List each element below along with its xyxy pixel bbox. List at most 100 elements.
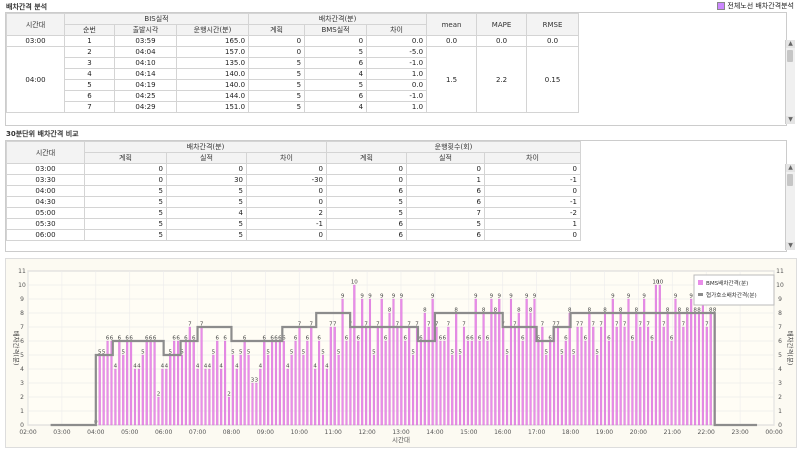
chart-bar <box>560 354 563 426</box>
cell-run: 165.0 <box>175 35 250 47</box>
x-tick-label: 23:00 <box>731 429 748 436</box>
chart-bar <box>564 340 567 426</box>
chart-bar <box>392 298 395 426</box>
chart-bar <box>650 340 654 426</box>
cell-rd: -1 <box>484 174 581 186</box>
table-row[interactable]: 04:00 5 5 0 6 6 0 <box>6 185 581 197</box>
cell-diff: 0.0 <box>366 79 428 91</box>
chart-bar <box>231 354 234 426</box>
scroll-thumb[interactable] <box>787 50 793 62</box>
chart-bar <box>177 340 180 426</box>
checkbox-box[interactable] <box>717 2 726 10</box>
table-row[interactable]: 05:30 5 5 -1 6 5 1 <box>6 218 581 230</box>
table-row[interactable]: 03:00 1 03:59 165.0 0 0 0.0 0.0 0.0 0.0 <box>6 35 580 47</box>
chart-bar <box>133 368 137 426</box>
y-tick-label-right: 4 <box>778 366 782 373</box>
scroll-up-icon[interactable]: ▲ <box>786 40 795 48</box>
y-tick-label-right: 7 <box>778 324 782 331</box>
scroll-down-icon[interactable]: ▼ <box>786 242 795 250</box>
table-row[interactable]: 04:30 5 5 0 5 6 -1 <box>6 196 581 208</box>
chart-bar <box>482 312 485 426</box>
col2-runs-diff: 차이 <box>484 152 581 164</box>
scroll-down-icon[interactable]: ▼ <box>786 116 795 124</box>
bar-value-label: 6 <box>650 336 654 342</box>
chart-bar <box>200 326 203 426</box>
chart-bar <box>690 298 693 426</box>
x-tick-label: 14:00 <box>426 429 443 436</box>
cell-bms: 4 <box>304 101 368 113</box>
cell-time: 03:00 <box>6 163 85 175</box>
cell-rmse: 0.15 <box>526 46 580 113</box>
bar-value-label: 7 <box>427 322 431 328</box>
scroll-up-icon[interactable]: ▲ <box>786 164 795 172</box>
cell-seq: 7 <box>64 101 115 113</box>
chart-bar <box>294 340 297 426</box>
chart-bar <box>447 326 450 426</box>
cell-gd: -1 <box>246 218 327 230</box>
bar-value-label: 4 <box>137 364 141 370</box>
cell-seq: 1 <box>64 35 115 47</box>
cell-ra: 5 <box>406 218 485 230</box>
bar-value-label: 7 <box>541 322 545 328</box>
x-tick-label: 22:00 <box>698 429 715 436</box>
chart-bar <box>298 326 301 426</box>
chart-bar <box>647 326 650 426</box>
bar-value-label: 4 <box>196 364 200 370</box>
cell-run: 140.0 <box>175 68 250 80</box>
cell-ra: 7 <box>406 207 485 219</box>
chart-legend <box>693 274 775 306</box>
cell-gd: -30 <box>246 174 327 186</box>
y-tick-label-right: 1 <box>778 408 782 415</box>
grid2-scrollbar[interactable]: ▲ ▼ <box>785 164 795 250</box>
table-row[interactable]: 06:00 5 5 0 6 6 0 <box>6 229 581 241</box>
chart-bar <box>126 340 129 426</box>
scroll-thumb[interactable] <box>787 174 793 186</box>
table-row[interactable]: 04:00 2 04:04 157.0 0 5 -5.0 1.5 2.2 0.15 <box>6 46 580 113</box>
chart-bar <box>274 340 278 426</box>
cell-run: 157.0 <box>175 46 250 58</box>
chart-bar <box>525 298 528 426</box>
all-routes-checkbox[interactable]: 전체노선 배차간격분석 <box>717 1 794 11</box>
cell-rd: 1 <box>484 218 581 230</box>
chart-bar <box>635 312 638 426</box>
chart-bar <box>153 340 156 426</box>
cell-time: 04:00 <box>6 185 85 197</box>
cell-time: 04:00 <box>6 46 65 113</box>
y-tick-label-right: 10 <box>776 282 784 289</box>
bar-value-label: 7 <box>662 322 666 328</box>
chart-bar <box>584 340 587 426</box>
grid1-scrollbar[interactable]: ▲ ▼ <box>785 40 795 124</box>
cell-rd: 0 <box>484 229 581 241</box>
bar-value-label: 9 <box>431 294 435 300</box>
chart-bar <box>271 340 274 426</box>
x-tick-label: 10:00 <box>291 429 308 436</box>
cell-plan: 5 <box>248 101 306 113</box>
x-tick-label: 13:00 <box>392 429 409 436</box>
chart-bar <box>486 340 489 426</box>
chart-bar <box>545 354 548 426</box>
cell-gp: 5 <box>84 218 167 230</box>
table-row[interactable]: 03:30 0 30 -30 0 1 -1 <box>6 174 581 186</box>
col-run-time: 운행시간(분) <box>175 24 250 36</box>
cell-run: 144.0 <box>175 90 250 102</box>
bar-value-label: 5 <box>302 350 306 356</box>
bar-value-label: 5 <box>572 350 576 356</box>
y-tick-label-left: 3 <box>20 380 24 387</box>
bar-value-label: 9 <box>497 294 501 300</box>
bar-value-label: 6 <box>294 336 298 342</box>
chart-bar <box>361 298 364 426</box>
bar-value-label: 2 <box>227 392 231 398</box>
x-axis-label: 시간대 <box>392 435 410 444</box>
chart-bar <box>521 340 524 426</box>
chart-bar <box>372 354 375 426</box>
chart-bar <box>306 340 309 426</box>
table-row[interactable]: 05:00 5 4 2 5 7 -2 <box>6 207 581 219</box>
table-row[interactable]: 03:00 0 0 0 0 0 0 <box>6 163 581 175</box>
chart-bar <box>459 354 462 426</box>
col2-time: 시간대 <box>6 141 85 164</box>
chart-bar <box>494 312 497 426</box>
chart-bar <box>310 326 313 426</box>
bar-value-label: 8 <box>529 308 533 314</box>
chart-bar <box>611 298 614 426</box>
y-tick-label-left: 0 <box>20 422 24 429</box>
